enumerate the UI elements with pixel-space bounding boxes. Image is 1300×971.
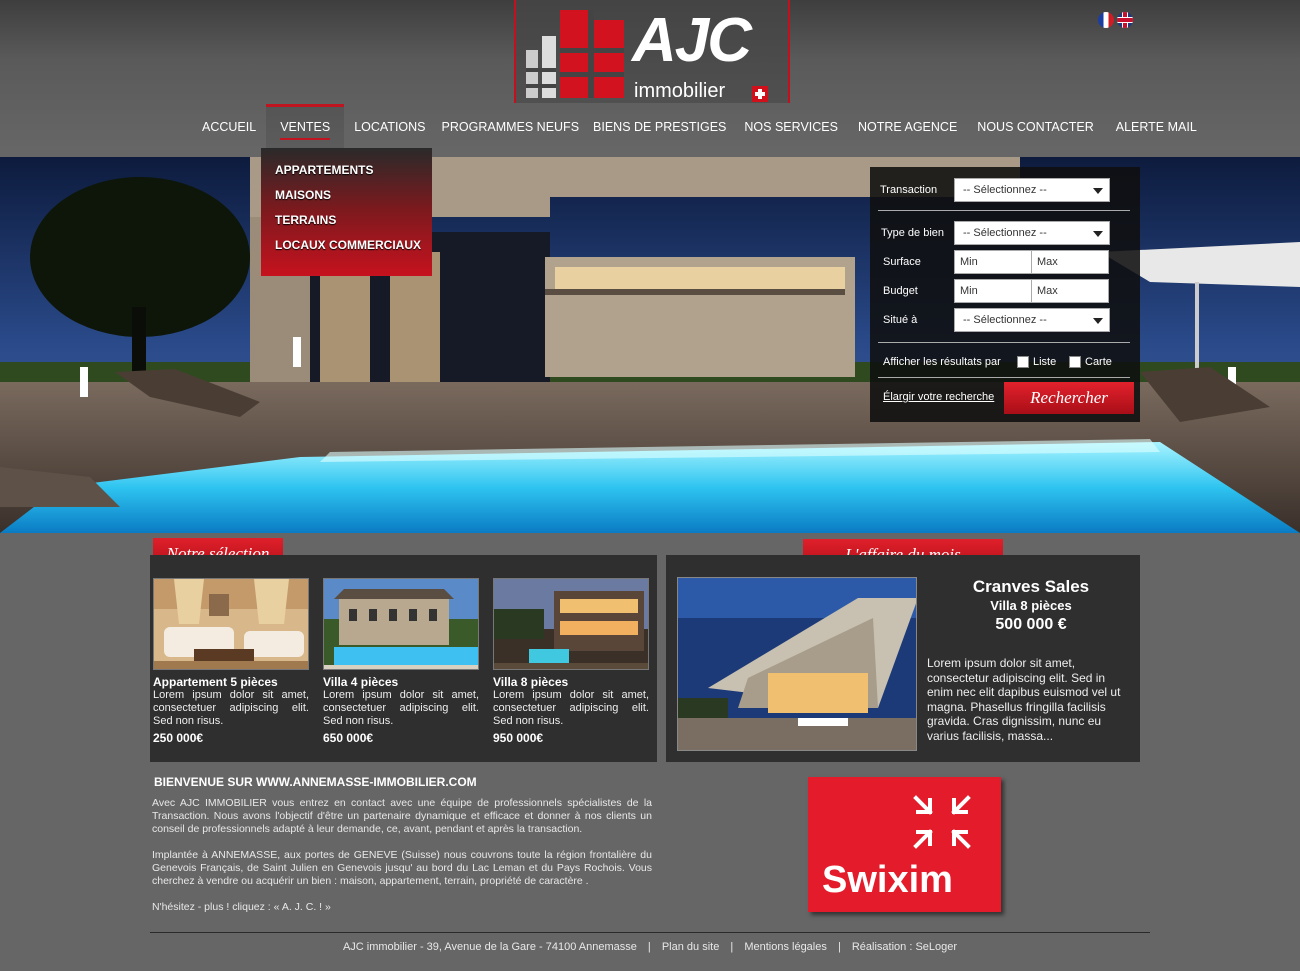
footer-credit-link[interactable]: Réalisation : SeLoger [848,941,961,953]
footer-legal-link[interactable]: Mentions légales [740,941,831,953]
listing-thumbnail[interactable] [153,578,309,670]
footer-address: AJC immobilier - 39, Avenue de la Gare -… [342,941,637,953]
footer-separator: | [837,941,841,953]
nav-item-ventes[interactable]: VENTES [266,104,345,148]
submenu-item-appartements[interactable]: APPARTEMENTS [275,158,432,183]
listing-description: Lorem ipsum dolor sit amet, consectetuer… [493,689,649,727]
swixim-arrows-icon [913,795,971,849]
map-checkbox[interactable] [1069,356,1081,368]
type-label: Type de bien [881,227,944,239]
listing-card[interactable]: Appartement 5 pièces Lorem ipsum dolor s… [153,578,309,745]
listing-card[interactable]: Villa 8 pièces Lorem ipsum dolor sit ame… [493,578,649,745]
logo-subtitle: immobilier [634,80,726,102]
transaction-select[interactable]: -- Sélectionnez -- [954,178,1110,202]
list-label: Liste [1033,356,1057,368]
deal-panel: Cranves Sales Villa 8 pièces 500 000 € L… [666,555,1140,762]
transaction-label: Transaction [880,184,938,196]
main-nav: ACCUEIL VENTES LOCATIONS PROGRAMMES NEUF… [192,104,1197,148]
nav-item-accueil[interactable]: ACCUEIL [192,104,266,148]
deal-type: Villa 8 pièces [990,598,1072,613]
welcome-paragraph: Implantée à ANNEMASSE, aux portes de GEN… [152,849,652,887]
surface-max-input[interactable]: Max [1031,250,1109,274]
deal-description: Lorem ipsum dolor sit amet, consectetur … [927,656,1121,743]
listing-description: Lorem ipsum dolor sit amet, consectetuer… [323,689,479,727]
listing-title[interactable]: Villa 4 pièces [323,676,479,689]
list-checkbox[interactable] [1017,356,1029,368]
type-select[interactable]: -- Sélectionnez -- [954,221,1110,245]
divider [878,377,1130,378]
welcome-paragraph: N'hésitez - plus ! cliquez : « A. J. C. … [152,901,331,913]
surface-min-input[interactable]: Min [954,250,1032,274]
en-flag-icon[interactable] [1117,12,1133,28]
listing-title[interactable]: Appartement 5 pièces [153,676,309,689]
swixim-logo-text: Swixim [822,859,953,901]
welcome-title: BIENVENUE SUR WWW.ANNEMASSE-IMMOBILIER.C… [154,775,477,789]
budget-label: Budget [883,285,918,297]
search-panel: Transaction -- Sélectionnez -- Type de b… [870,167,1140,422]
stone-villa-image [324,579,478,669]
submenu-item-maisons[interactable]: MAISONS [275,183,432,208]
nav-item-programmes-neufs[interactable]: PROGRAMMES NEUFS [436,104,586,148]
location-select[interactable]: -- Sélectionnez -- [954,308,1110,332]
surface-label: Surface [883,256,921,268]
nav-item-nos-services[interactable]: NOS SERVICES [734,104,848,148]
deal-price: 500 000 € [995,616,1067,633]
footer-divider [150,932,1150,933]
display-label: Afficher les résultats par [883,356,1001,368]
nav-item-alerte-mail[interactable]: ALERTE MAIL [1104,104,1197,148]
deal-city: Cranves Sales [972,577,1090,596]
budget-min-input[interactable]: Min [954,279,1032,303]
listing-title[interactable]: Villa 8 pièces [493,676,649,689]
divider [878,342,1130,343]
footer-separator: | [647,941,651,953]
deal-image[interactable] [677,577,917,751]
fr-flag-icon[interactable] [1098,12,1114,28]
map-label: Carte [1085,356,1112,368]
footer-sitemap-link[interactable]: Plan du site [658,941,723,953]
welcome-text: Avec AJC IMMOBILIER vous entrez en conta… [152,797,652,927]
footer: AJC immobilier - 39, Avenue de la Gare -… [150,941,1150,953]
nav-item-locations[interactable]: LOCATIONS [344,104,435,148]
modern-villa-image [494,579,648,669]
nav-item-biens-de-prestiges[interactable]: BIENS DE PRESTIGES [585,104,734,148]
search-button[interactable]: Rechercher [1004,382,1134,414]
nav-item-nous-contacter[interactable]: NOUS CONTACTER [967,104,1103,148]
logo-buildings-icon [526,10,624,98]
listing-thumbnail[interactable] [493,578,649,670]
budget-max-input[interactable]: Max [1031,279,1109,303]
selection-panel: Appartement 5 pièces Lorem ipsum dolor s… [150,555,657,762]
listing-price: 250 000€ [153,731,204,745]
listing-description: Lorem ipsum dolor sit amet, consectetuer… [153,689,309,727]
listing-price: 650 000€ [323,731,374,745]
listing-card[interactable]: Villa 4 pièces Lorem ipsum dolor sit ame… [323,578,479,745]
submenu-item-locaux-commerciaux[interactable]: LOCAUX COMMERCIAUX [275,233,432,258]
logo[interactable]: AJC immobilier [514,0,790,103]
listing-price: 950 000€ [493,731,544,745]
logo-title: AJC [632,6,752,75]
location-label: Situé à [883,314,918,326]
submenu-item-terrains[interactable]: TERRAINS [275,208,432,233]
nav-item-notre-agence[interactable]: NOTRE AGENCE [848,104,967,148]
architect-house-image [678,578,916,750]
divider [878,210,1130,211]
swixim-banner[interactable]: Swixim [808,777,1001,912]
listing-thumbnail[interactable] [323,578,479,670]
ventes-submenu: APPARTEMENTS MAISONS TERRAINS LOCAUX COM… [261,148,432,276]
footer-separator: | [730,941,734,953]
swiss-cross-icon [752,86,768,102]
nav-item-ventes-label: VENTES [280,120,331,140]
living-room-image [154,579,308,669]
welcome-paragraph: Avec AJC IMMOBILIER vous entrez en conta… [152,797,652,835]
enlarge-search-link[interactable]: Élargir votre recherche [883,391,994,403]
